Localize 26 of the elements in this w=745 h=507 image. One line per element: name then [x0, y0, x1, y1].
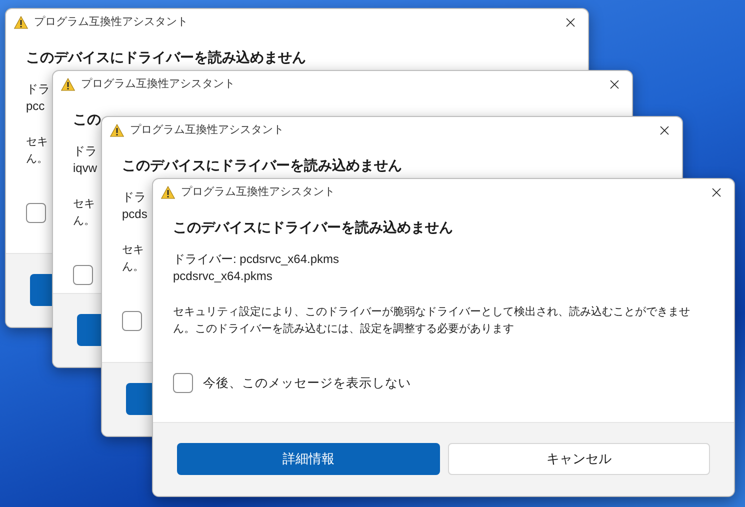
- driver-name: ドライバー: pcdsrvc_x64.pkms pcdsrvc_x64.pkms: [173, 251, 340, 285]
- message-text: セキ ん。: [26, 135, 48, 167]
- message-text: セキ ん。: [73, 197, 95, 229]
- checkbox-label: 今後、このメッセージを表示しない: [203, 374, 411, 392]
- warning-icon: [110, 124, 124, 136]
- dialog-heading: このデバイスにドライバーを読み込めません: [26, 48, 307, 67]
- checkbox[interactable]: [122, 311, 142, 331]
- driver-name: ドラ pcc: [26, 81, 50, 115]
- driver-name: ドラ pcds: [122, 189, 148, 223]
- warning-icon: [14, 16, 28, 28]
- window-title: プログラム互換性アシスタント: [34, 14, 188, 30]
- dialog-heading: このデバイスにドライバーを読み込めません: [122, 156, 403, 175]
- details-button[interactable]: 詳細情報: [177, 443, 440, 475]
- window-title: プログラム互換性アシスタント: [130, 122, 284, 138]
- warning-icon: [61, 78, 75, 90]
- message-text: セキュリティ設定により、このドライバーが脆弱なドライバーとして検出され、読み込むことができませ ん。このドライバーを読み込むには、設定を調整する必要があります: [173, 304, 690, 337]
- dialog-heading: このデバイスにドライバーを読み込めません: [173, 218, 454, 237]
- checkbox[interactable]: [73, 265, 93, 285]
- window-title: プログラム互換性アシスタント: [81, 76, 235, 92]
- checkbox[interactable]: [173, 373, 193, 393]
- message-text: セキ ん。: [122, 243, 144, 275]
- warning-icon: [161, 186, 175, 198]
- driver-name: ドラ iqvw: [73, 143, 98, 177]
- checkbox[interactable]: [26, 203, 46, 223]
- window-title: プログラム互換性アシスタント: [181, 184, 335, 200]
- cancel-button[interactable]: キャンセル: [448, 443, 710, 475]
